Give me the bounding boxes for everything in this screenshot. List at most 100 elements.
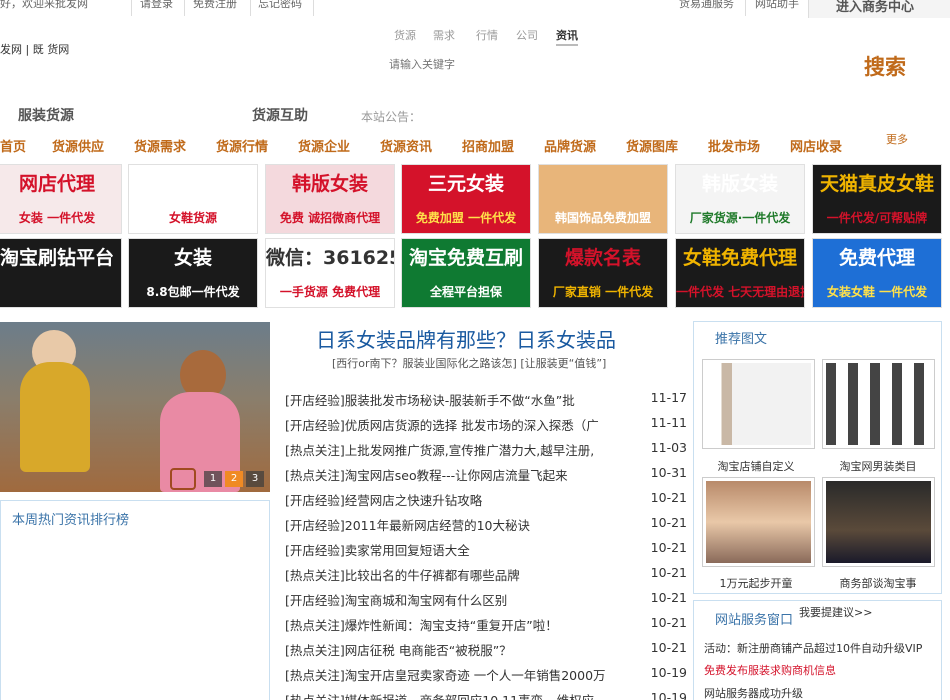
news-title[interactable]: [开店经验]2011年最新网店经营的10大秘诀 — [285, 515, 637, 534]
ad-banner[interactable]: 三元女装 免费加盟 一件代发 — [401, 164, 531, 234]
tab-news[interactable]: 资讯 — [556, 27, 578, 46]
tab-market[interactable]: 行情 — [476, 27, 498, 43]
recommend-caption[interactable]: 淘宝店铺自定义 — [696, 458, 816, 474]
nav-enterprise[interactable]: 货源企业 — [298, 136, 350, 155]
site-links[interactable]: 发网 | 既 货网 — [0, 41, 69, 57]
featured-slideshow[interactable]: 1 2 3 — [0, 322, 270, 492]
nav-news[interactable]: 货源资讯 — [380, 136, 432, 155]
nav-wholesale-market[interactable]: 批发市场 — [708, 136, 760, 155]
news-row[interactable]: [热点关注]网店征税 电商能否“被税服”？ 10-21 — [285, 640, 687, 660]
nav-demand[interactable]: 货源需求 — [134, 136, 186, 155]
ad-banner[interactable]: 微信：361625331 一手货源 免费代理 — [265, 238, 395, 308]
ad-tagline: 厂家直销 一件代发 — [552, 285, 654, 299]
news-row[interactable]: [热点关注]媒体新报道，商务部回应10.11事变---维权应 10-19 — [285, 690, 687, 700]
recommend-caption[interactable]: 1万元起步开童 — [696, 575, 816, 591]
ad-banner[interactable]: 韩版女装 厂家货源·一件代发 — [675, 164, 805, 234]
tab-demand[interactable]: 需求 — [433, 27, 455, 43]
nav-franchise[interactable]: 招商加盟 — [462, 136, 514, 155]
nav-supply[interactable]: 货源供应 — [52, 136, 104, 155]
nav-more-link[interactable]: 更多 — [886, 131, 908, 147]
recommend-thumb[interactable] — [822, 477, 935, 567]
nav-home[interactable]: 首页 — [0, 136, 26, 155]
news-date: 10-21 — [650, 615, 687, 630]
news-row[interactable]: [开店经验]卖家常用回复短语大全 10-21 — [285, 540, 687, 560]
ad-headline: 韩版女装 — [701, 173, 778, 195]
tab-company[interactable]: 公司 — [516, 27, 538, 43]
ad-banner[interactable]: 免费代理 女装女鞋 一件代发 — [812, 238, 942, 308]
suggestion-link[interactable]: 我要提建议>> — [799, 604, 872, 620]
news-title[interactable]: [热点关注]淘宝开店皇冠卖家奇迹 一个人一年销售2000万 — [285, 665, 637, 684]
ad-banner[interactable]: 网店代理 女装 一件代发 — [0, 164, 122, 234]
nav-gallery[interactable]: 货源图库 — [626, 136, 678, 155]
thumb-image — [826, 363, 931, 445]
news-title[interactable]: [开店经验]淘宝商城和淘宝网有什么区别 — [285, 590, 637, 609]
news-title[interactable]: [热点关注]淘宝网店seo教程---让你网店流量飞起来 — [285, 465, 637, 484]
ad-tagline: 一手货源 免费代理 — [279, 285, 381, 299]
ad-headline: 天猫真皮女鞋 — [819, 173, 934, 195]
slide-dot-active[interactable]: 2 — [225, 471, 243, 487]
register-link[interactable]: 免费注册 — [193, 0, 237, 11]
trade-service-link[interactable]: 货易通服务 — [679, 0, 734, 11]
news-row[interactable]: [开店经验]2011年最新网店经营的10大秘诀 10-21 — [285, 515, 687, 535]
clothing-supply-link[interactable]: 服装货源 — [18, 105, 74, 125]
slide-dot[interactable]: 3 — [246, 471, 264, 487]
news-row[interactable]: [热点关注]淘宝开店皇冠卖家奇迹 一个人一年销售2000万 10-19 — [285, 665, 687, 685]
news-date: 10-19 — [650, 665, 687, 680]
search-input[interactable] — [382, 54, 822, 74]
ad-banner[interactable]: 爆款名表 厂家直销 一件代发 — [538, 238, 668, 308]
news-title[interactable]: [热点关注]网店征税 电商能否“被税服”？ — [285, 640, 637, 659]
supply-mutual-link[interactable]: 货源互助 — [252, 105, 308, 125]
news-row[interactable]: [开店经验]经营网店之快速升钻攻略 10-21 — [285, 490, 687, 510]
ad-banner[interactable]: 韩国饰品免费加盟 — [538, 164, 668, 234]
recommend-panel: 推荐图文 淘宝店铺自定义 淘宝网男装类目 1万元起步开童 商务部谈淘宝事 — [693, 321, 942, 594]
news-row[interactable]: [热点关注]爆炸性新闻：淘宝支持“重复开店”啦！ 10-21 — [285, 615, 687, 635]
news-row[interactable]: [开店经验]优质网店货源的选择 批发市场的深入探悉（广 11-11 — [285, 415, 687, 435]
ad-headline: 女鞋免费代理 — [682, 247, 797, 269]
site-helper-link[interactable]: 网站助手 — [755, 0, 799, 11]
service-line[interactable]: 免费发布服装求购商机信息 — [704, 662, 836, 678]
search-button[interactable]: 搜索 — [840, 46, 930, 86]
news-title[interactable]: [开店经验]卖家常用回复短语大全 — [285, 540, 637, 559]
tab-supply[interactable]: 货源 — [394, 27, 416, 43]
nav-shop-listing[interactable]: 网店收录 — [790, 136, 842, 155]
ad-banner[interactable]: 免费代理 女鞋货源 — [128, 164, 258, 234]
news-title[interactable]: [热点关注]媒体新报道，商务部回应10.11事变---维权应 — [285, 690, 637, 700]
service-line[interactable]: 网站服务器成功升级 — [704, 685, 803, 700]
news-subheadline[interactable]: [西行or南下？服装业国际化之路该怎] [让服装更“值钱”] — [332, 355, 606, 371]
news-row[interactable]: [热点关注]比较出名的牛仔裤都有哪些品牌 10-21 — [285, 565, 687, 585]
recommend-thumb[interactable] — [702, 477, 815, 567]
ad-banner[interactable]: 天猫真皮女鞋 一件代发/可帮贴牌 — [812, 164, 942, 234]
ad-banner[interactable]: 女装 8.8包邮一件代发 — [128, 238, 258, 308]
news-title[interactable]: [热点关注]爆炸性新闻：淘宝支持“重复开店”啦！ — [285, 615, 637, 634]
news-title[interactable]: [开店经验]优质网店货源的选择 批发市场的深入探悉（广 — [285, 415, 637, 434]
news-row[interactable]: [开店经验]淘宝商城和淘宝网有什么区别 10-21 — [285, 590, 687, 610]
news-title[interactable]: [热点关注]比较出名的牛仔裤都有哪些品牌 — [285, 565, 637, 584]
news-title[interactable]: [开店经验]服装批发市场秘诀-服装新手不做“水鱼”批 — [285, 390, 637, 409]
news-date: 10-19 — [650, 690, 687, 700]
ad-banner[interactable]: 女鞋免费代理 一件代发 七天无理由退换 — [675, 238, 805, 308]
recommend-caption[interactable]: 淘宝网男装类目 — [818, 458, 938, 474]
service-line[interactable]: 活动：新注册商铺产品超过10件自动升级VIP — [704, 640, 922, 656]
ad-headline: 网店代理 — [18, 173, 95, 195]
business-center-button[interactable]: 进入商务中心 — [808, 0, 950, 18]
recommend-thumb[interactable] — [822, 359, 935, 449]
ad-headline: 免费代理 — [154, 173, 231, 195]
ad-banner[interactable]: 淘宝免费互刷 全程平台担保 — [401, 238, 531, 308]
news-row[interactable]: [开店经验]服装批发市场秘诀-服装新手不做“水鱼”批 11-17 — [285, 390, 687, 410]
recommend-thumb[interactable] — [702, 359, 815, 449]
ad-banner[interactable]: 韩版女装 免费 诚招微商代理 — [265, 164, 395, 234]
news-headline[interactable]: 日系女装品牌有那些？日系女装品 — [316, 324, 616, 353]
news-title[interactable]: [开店经验]经营网店之快速升钻攻略 — [285, 490, 637, 509]
nav-brand[interactable]: 品牌货源 — [544, 136, 596, 155]
news-date: 10-21 — [650, 490, 687, 505]
nav-market[interactable]: 货源行情 — [216, 136, 268, 155]
login-link[interactable]: 请登录 — [140, 0, 173, 11]
news-title[interactable]: [热点关注]上批发网推广货源,宣传推广潜力大,越早注册, — [285, 440, 637, 459]
recommend-caption[interactable]: 商务部谈淘宝事 — [818, 575, 938, 591]
slide-dot[interactable]: 1 — [204, 471, 222, 487]
forgot-password-link[interactable]: 忘记密码 — [258, 0, 302, 11]
ad-tagline: 免费 诚招微商代理 — [279, 211, 381, 225]
ad-banner[interactable]: 淘宝刷钻平台 — [0, 238, 122, 308]
news-row[interactable]: [热点关注]淘宝网店seo教程---让你网店流量飞起来 10-31 — [285, 465, 687, 485]
news-row[interactable]: [热点关注]上批发网推广货源,宣传推广潜力大,越早注册, 11-03 — [285, 440, 687, 460]
